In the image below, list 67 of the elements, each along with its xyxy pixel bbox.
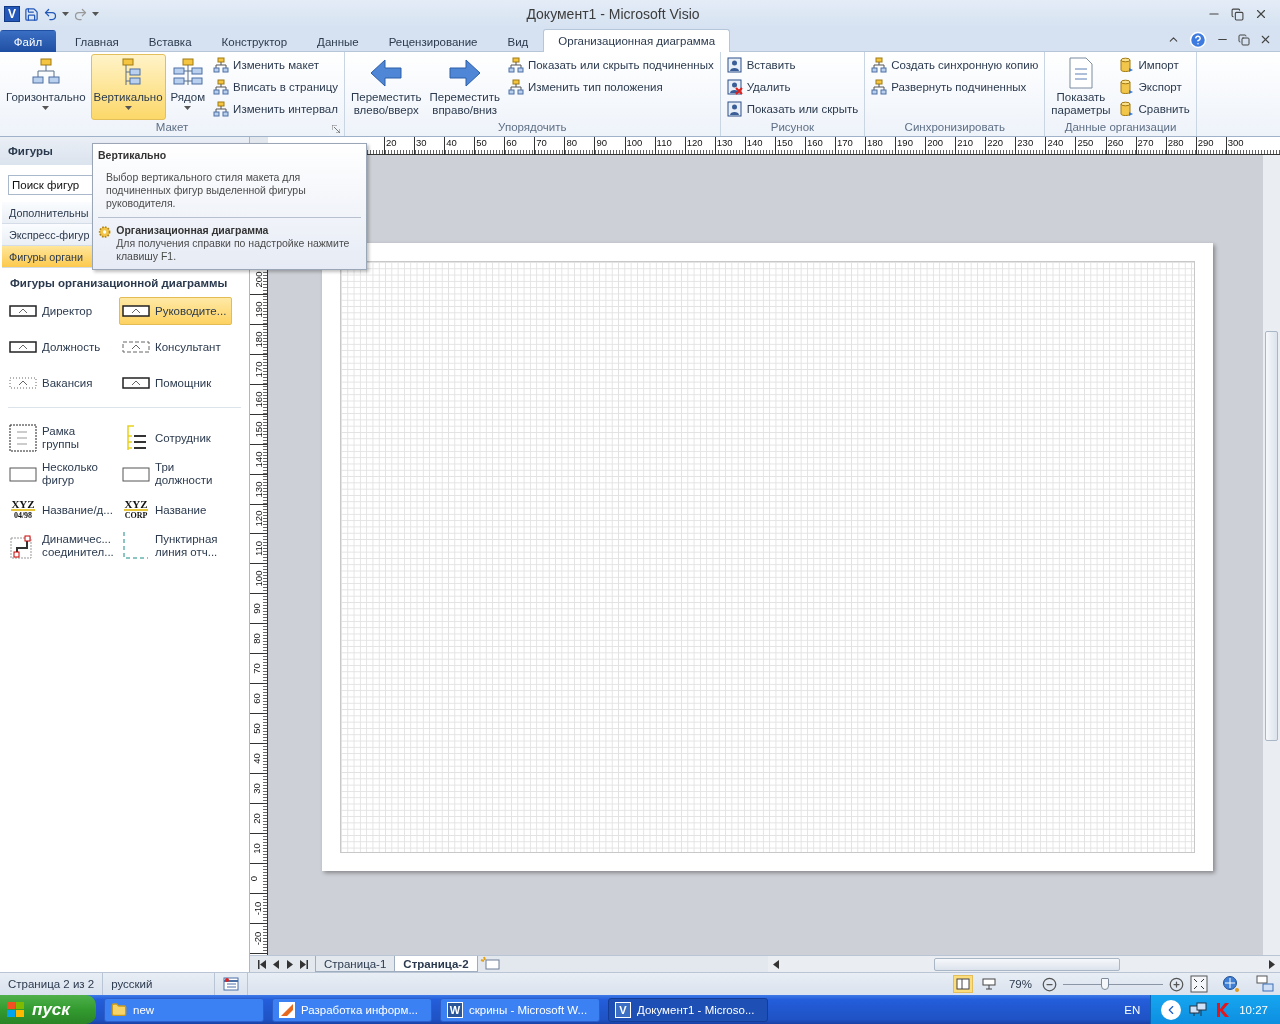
ruler-label: 110 — [253, 540, 265, 558]
ruler-label: 110 — [655, 137, 672, 149]
ruler-label: 60 — [505, 137, 517, 149]
stencil-title: Фигуры организационной диаграммы — [9, 276, 229, 291]
ruler-label: 20 — [385, 137, 397, 149]
ruler-label: 260 — [1106, 137, 1124, 149]
group-label: Синхронизировать — [904, 121, 1005, 135]
ruler-label: 220 — [986, 137, 1004, 149]
group-label: Данные организации — [1064, 121, 1177, 135]
ruler-label: 90 — [595, 137, 607, 149]
ruler-label: 100 — [625, 137, 643, 149]
ruler-label: 30 — [250, 782, 262, 795]
ruler-label: 180 — [253, 330, 265, 349]
ruler-label: 280 — [1166, 137, 1184, 149]
ruler-label: 160 — [253, 390, 265, 409]
ruler-label: 0 — [248, 874, 260, 882]
tooltip-text: Выбор вертикального стиля макета для подчиненных фигур выделенной фигуры руководителя. — [105, 171, 307, 210]
clock: 10:27 — [1239, 1003, 1268, 1016]
ruler-label: 40 — [250, 752, 262, 765]
ruler-label: 140 — [253, 450, 265, 468]
addin-help-text: Для получения справки по надстройке нажмите клавишу F1. — [116, 237, 351, 263]
ruler-label: 70 — [250, 662, 262, 675]
ruler-label: 80 — [250, 632, 262, 645]
group-label: Упорядочить — [498, 121, 567, 135]
ruler-label: 160 — [805, 137, 823, 149]
ruler-label: 140 — [745, 137, 763, 149]
addin-title: Организационная диаграмма — [116, 224, 270, 237]
ruler-label: 100 — [253, 569, 265, 588]
ruler-label: 200 — [253, 270, 265, 289]
ruler-label: 170 — [835, 137, 853, 149]
ruler-label: 190 — [253, 300, 265, 319]
ruler-label: 170 — [253, 360, 265, 379]
ruler-label: 40 — [445, 137, 457, 149]
window-title: Документ1 - Microsoft Visio — [525, 6, 701, 22]
ruler-label: 190 — [896, 137, 913, 149]
ruler-label: 270 — [1136, 137, 1154, 149]
zoom-level: 79% — [1007, 978, 1033, 990]
ruler-label: 50 — [475, 137, 487, 149]
ruler-label: 250 — [1076, 137, 1094, 149]
ruler-label: -10 — [252, 900, 264, 916]
app-icon: W — [447, 1001, 463, 1018]
ruler-label: 30 — [415, 137, 427, 149]
ruler-label: 120 — [253, 510, 265, 528]
ruler-label: 70 — [535, 137, 547, 149]
ruler-label: 90 — [250, 602, 262, 616]
group-label: Макет — [155, 121, 189, 135]
ruler-label: 200 — [926, 137, 943, 149]
ruler-label: 10 — [250, 842, 262, 855]
ruler-label: 150 — [253, 420, 265, 439]
tooltip-title: Вертикально — [98, 149, 168, 161]
ruler-label: 230 — [1016, 137, 1034, 149]
ruler-label: 20 — [250, 812, 262, 825]
ruler-label: 50 — [250, 722, 262, 735]
ruler-label: 150 — [775, 137, 793, 149]
ruler-label: 60 — [250, 692, 262, 705]
ruler-label: 180 — [866, 137, 883, 149]
ruler-label: 290 — [1196, 137, 1214, 149]
ruler-label: 130 — [253, 480, 265, 498]
ruler-label: 120 — [685, 137, 703, 149]
ruler-label: 80 — [565, 137, 577, 149]
ruler-label: 130 — [715, 137, 733, 149]
ruler-label: 210 — [956, 137, 974, 149]
group-label: Рисунок — [770, 121, 815, 135]
ruler-label: 300 — [1226, 137, 1244, 149]
ruler-label: 240 — [1046, 137, 1064, 149]
ruler-label: -20 — [252, 930, 264, 946]
app-icon: V — [615, 1001, 631, 1018]
